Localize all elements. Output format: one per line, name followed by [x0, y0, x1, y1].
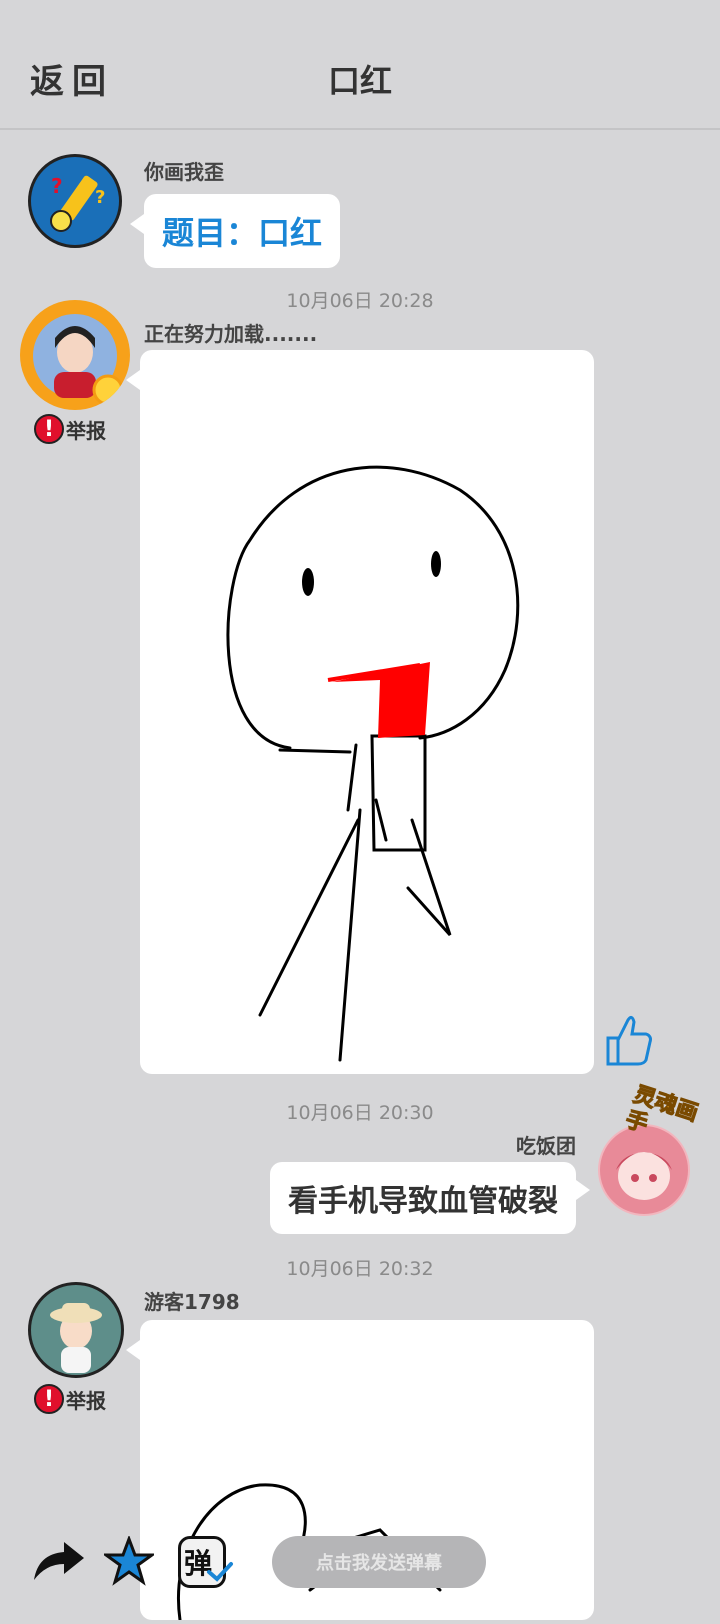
sender-name: 吃饭团: [516, 1134, 576, 1158]
danmu-toggle-icon[interactable]: 弹: [176, 1532, 234, 1588]
report-button[interactable]: ! 举报: [34, 1384, 106, 1414]
report-label: 举报: [66, 1388, 106, 1413]
page-title: 口红: [327, 62, 392, 100]
drawing-bubble[interactable]: [126, 350, 594, 1074]
share-icon[interactable]: [30, 1540, 86, 1588]
sender-name: 正在努力加载.......: [144, 322, 318, 346]
system-avatar[interactable]: ? ?: [28, 154, 122, 248]
sender-name: 你画我歪: [144, 160, 224, 184]
like-icon[interactable]: [602, 1012, 654, 1072]
timestamp: 10月06日 20:30: [286, 1102, 434, 1124]
guest-avatar[interactable]: [28, 1282, 124, 1378]
sender-name: 游客1798: [144, 1290, 240, 1314]
girl-avatar-icon: [33, 314, 124, 406]
report-button[interactable]: ! 举报: [34, 414, 106, 444]
pencil-icon: ? ?: [50, 174, 105, 232]
danmu-input[interactable]: 点击我发送弹幕: [272, 1536, 486, 1588]
alert-icon: !: [34, 414, 64, 444]
report-label: 举报: [66, 418, 106, 443]
checkmark-icon: [207, 1562, 233, 1582]
hat-girl-icon: [50, 1303, 102, 1373]
timestamp: 10月06日 20:28: [286, 290, 434, 312]
svg-text:?: ?: [95, 187, 105, 208]
alert-icon: !: [34, 1384, 64, 1414]
timestamp: 10月06日 20:32: [286, 1258, 434, 1280]
orange-avatar[interactable]: [20, 300, 130, 410]
svg-text:?: ?: [51, 174, 63, 198]
message-bubble: 看手机导致血管破裂: [270, 1162, 590, 1234]
topic-bubble: 题目：口红: [129, 194, 341, 268]
star-icon[interactable]: [101, 1534, 157, 1590]
drawing-image: [226, 465, 520, 1062]
